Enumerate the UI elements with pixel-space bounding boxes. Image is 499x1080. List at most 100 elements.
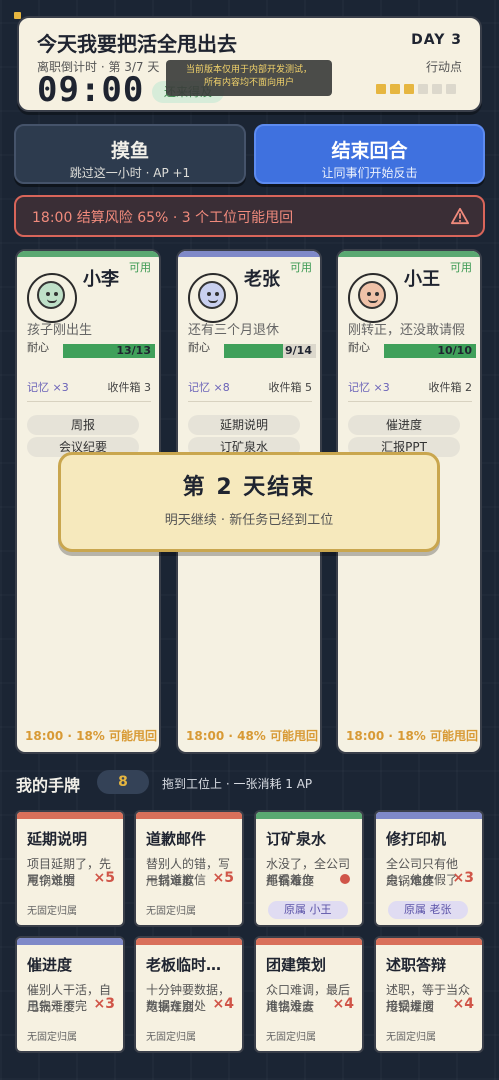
face-icon <box>358 281 386 309</box>
hand-count-badge: 8 <box>97 770 149 794</box>
card-multiplier: ×4 <box>212 996 234 1012</box>
avatar <box>27 273 77 323</box>
card-owner: 无固定归属 <box>27 906 77 917</box>
card-difficulty-label: 甩锅难度 <box>27 874 76 888</box>
desk-status: 可用 <box>450 261 472 274</box>
card-difficulty-label: 甩锅难度 <box>146 1000 195 1014</box>
coworker-description: 还有三个月退休 <box>188 323 280 338</box>
difficulty-dot-icon <box>340 874 350 884</box>
ap-label: 行动点 <box>425 60 462 74</box>
avatar <box>188 273 238 323</box>
end-turn-sub: 让同事们开始反击 <box>321 166 418 180</box>
warning-icon <box>451 207 469 225</box>
card-multiplier: ×3 <box>93 996 115 1012</box>
slack-off-label: 摸鱼 <box>110 140 149 162</box>
card-owner: 无固定归属 <box>386 1032 436 1043</box>
patience-label: 耐心 <box>348 341 370 354</box>
card-color-band <box>376 812 482 819</box>
card-title: 催进度 <box>27 956 73 974</box>
card-difficulty-label: 甩锅难度 <box>386 1000 435 1014</box>
task-card[interactable]: 延期说明 项目延期了，先写个说明 甩锅难度 ×5 无固定归属 <box>15 810 125 927</box>
coworker-name: 小王 <box>404 269 440 290</box>
card-color-band <box>376 938 482 945</box>
card-difficulty-label: 甩锅难度 <box>146 874 195 888</box>
task-card[interactable]: 老板临时… 十分钟要数据，数据在别处 甩锅难度 ×4 无固定归属 <box>134 936 244 1053</box>
card-title: 述职答辩 <box>386 956 447 974</box>
card-owner: 无固定归属 <box>146 906 196 917</box>
card-difficulty-label: 甩锅难度 <box>266 874 315 888</box>
coworker-description: 孩子刚出生 <box>27 323 93 338</box>
task-chip[interactable]: 周报 <box>27 415 139 435</box>
card-color-band <box>136 812 242 819</box>
card-title: 修打印机 <box>386 830 447 848</box>
dev-toast-line2: 所有内容均不面向用户 <box>203 78 294 88</box>
task-card[interactable]: 团建策划 众口难调，最后谁也没去 甩锅难度 ×4 无固定归属 <box>254 936 364 1053</box>
task-card[interactable]: 订矿泉水 水没了，全公司都看着你 甩锅难度 原属 小王 <box>254 810 364 927</box>
card-owner: 原属 小王 <box>268 901 348 919</box>
card-difficulty-label: 甩锅难度 <box>386 874 435 888</box>
face-icon <box>37 281 65 309</box>
modal-subtitle: 明天继续 · 新任务已经到工位 <box>164 513 334 528</box>
dev-build-toast: 当前版本仅用于内部开发测试， 所有内容均不面向用户 <box>166 60 332 96</box>
dev-toast-line1: 当前版本仅用于内部开发测试， <box>185 65 312 75</box>
return-risk: 18:00 · 18% 可能甩回 <box>25 729 158 743</box>
desk-color-band <box>17 251 159 257</box>
card-color-band <box>17 938 123 945</box>
patience-bar: 13/13 <box>63 344 155 358</box>
card-color-band <box>256 812 362 819</box>
card-owner: 无固定归属 <box>266 1032 316 1043</box>
desk-color-band <box>338 251 480 257</box>
end-turn-button[interactable]: 结束回合 让同事们开始反击 <box>254 124 485 184</box>
task-card[interactable]: 述职答辩 述职，等于当众接受提问 甩锅难度 ×4 无固定归属 <box>374 936 484 1053</box>
task-card[interactable]: 道歉邮件 替别人的错，写一封道歉信 甩锅难度 ×5 无固定归属 <box>134 810 244 927</box>
action-points-meter <box>376 84 456 94</box>
coworker-name: 老张 <box>244 269 280 290</box>
patience-value: 13/13 <box>116 344 151 357</box>
card-color-band <box>136 938 242 945</box>
card-difficulty-label: 甩锅难度 <box>266 1000 315 1014</box>
modal-title: 第 2 天结束 <box>182 475 316 500</box>
ap-pip <box>418 84 428 94</box>
end-turn-label: 结束回合 <box>331 140 408 162</box>
return-risk: 18:00 · 48% 可能甩回 <box>186 729 319 743</box>
day-end-modal[interactable]: 第 2 天结束 明天继续 · 新任务已经到工位 <box>58 452 440 552</box>
card-title: 团建策划 <box>266 956 327 974</box>
slack-off-sub: 跳过这一小时 · AP +1 <box>69 166 191 180</box>
divider <box>27 401 151 402</box>
task-card[interactable]: 催进度 催别人干活，自己先干不完 甩锅难度 ×3 无固定归属 <box>15 936 125 1053</box>
face-icon <box>198 281 226 309</box>
card-title: 道歉邮件 <box>146 830 207 848</box>
divider <box>348 401 472 402</box>
card-owner: 原属 老张 <box>388 901 468 919</box>
card-multiplier: ×3 <box>452 870 474 886</box>
hand-title: 我的手牌 <box>16 776 81 795</box>
task-chip[interactable]: 延期说明 <box>188 415 300 435</box>
desk-status: 可用 <box>290 261 312 274</box>
divider <box>188 401 312 402</box>
card-title: 延期说明 <box>27 830 88 848</box>
slack-off-button[interactable]: 摸鱼 跳过这一小时 · AP +1 <box>14 124 246 184</box>
card-multiplier: ×4 <box>452 996 474 1012</box>
coworker-name: 小李 <box>83 269 119 290</box>
card-multiplier: ×4 <box>332 996 354 1012</box>
avatar <box>348 273 398 323</box>
inbox-count: 收件箱 5 <box>268 381 313 394</box>
corner-marker <box>14 12 21 19</box>
memory-count: 记忆 ×8 <box>188 381 230 394</box>
memory-count: 记忆 ×3 <box>348 381 390 394</box>
patience-value: 10/10 <box>437 344 472 357</box>
task-chip[interactable]: 催进度 <box>348 415 460 435</box>
card-color-band <box>17 812 123 819</box>
patience-bar: 10/10 <box>384 344 476 358</box>
coworker-description: 刚转正，还没敢请假 <box>348 323 466 338</box>
inbox-count: 收件箱 2 <box>428 381 473 394</box>
task-card[interactable]: 修打印机 全公司只有他会，他休假了 甩锅难度 ×3 原属 老张 <box>374 810 484 927</box>
memory-count: 记忆 ×3 <box>27 381 69 394</box>
patience-bar-fill <box>224 344 284 358</box>
ap-pip <box>404 84 414 94</box>
game-title: 今天我要把活全甩出去 <box>37 32 237 56</box>
patience-bar: 9/14 <box>224 344 316 358</box>
card-owner: 无固定归属 <box>146 1032 196 1043</box>
risk-text: 18:00 结算风险 65% · 3 个工位可能甩回 <box>32 210 294 226</box>
patience-label: 耐心 <box>27 341 49 354</box>
